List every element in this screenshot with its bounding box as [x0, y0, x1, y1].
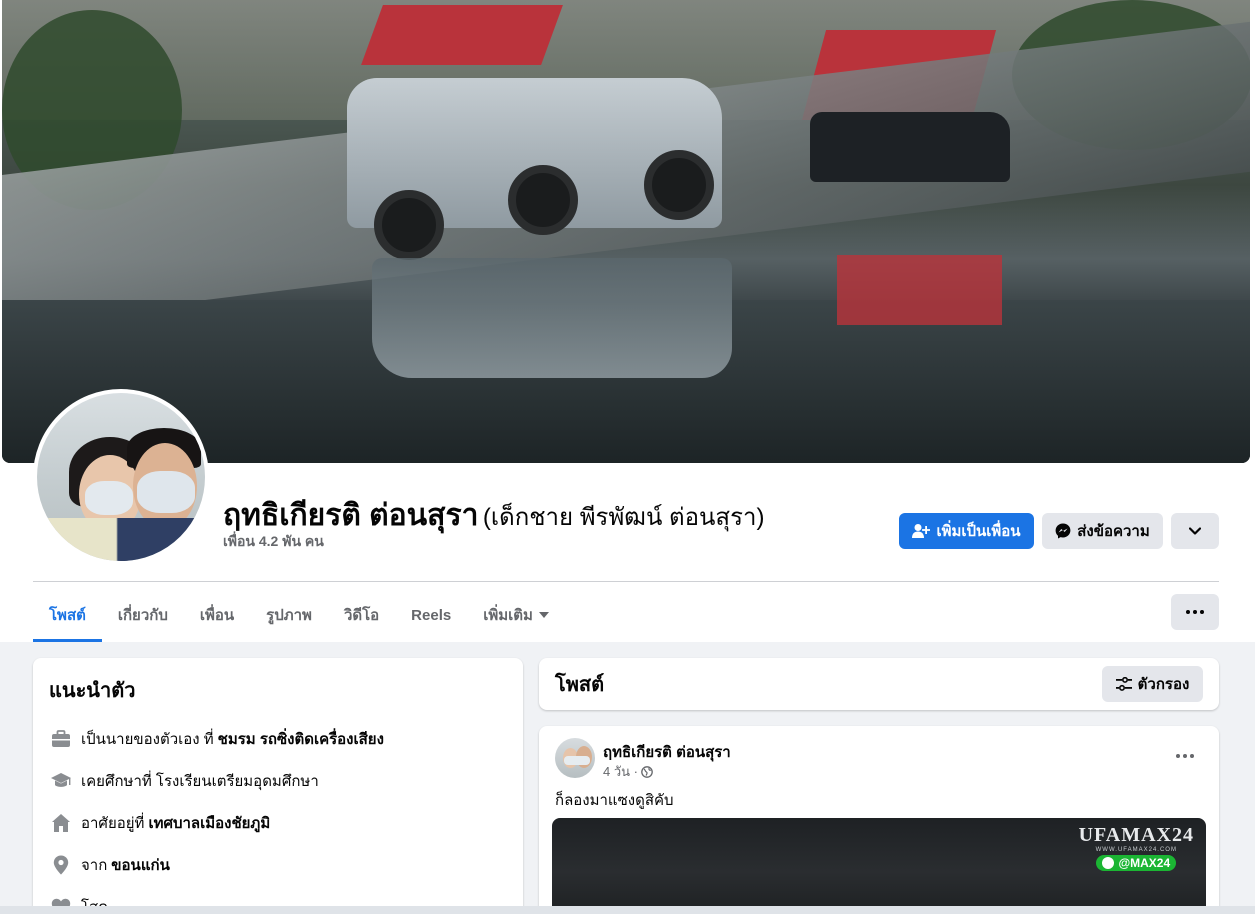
profile-avatar[interactable]: [33, 389, 209, 565]
filter-label: ตัวกรอง: [1137, 676, 1190, 693]
add-friend-button[interactable]: เพิ่มเป็นเพื่อน: [899, 513, 1034, 549]
dot-icon: [1176, 754, 1180, 758]
intro-item-link[interactable]: เทศบาลเมืองชัยภูมิ: [148, 811, 270, 835]
cover-temple-roof: [361, 5, 563, 65]
add-friend-label: เพิ่มเป็นเพื่อน: [936, 523, 1021, 540]
dot-icon: [1200, 610, 1204, 614]
messenger-icon: [1055, 523, 1071, 539]
posts-title: โพสต์: [555, 674, 605, 696]
dot-icon: [1190, 754, 1194, 758]
post-timestamp[interactable]: 4 วัน ·: [603, 761, 638, 782]
intro-item-text: เป็นนายของตัวเอง ที่: [81, 731, 214, 748]
intro-item-text: อาศัยอยู่ที่: [81, 815, 145, 832]
tab-friends[interactable]: เพื่อน: [184, 588, 250, 642]
dot-icon: [1186, 610, 1190, 614]
tab-label: เพื่อน: [199, 607, 235, 624]
watermark-line-badge: @MAX24: [1096, 855, 1177, 871]
intro-item-lives-in: อาศัยอยู่ที่ เทศบาลเมืองชัยภูมิ: [49, 802, 507, 844]
home-icon: [49, 811, 73, 835]
avatar-shirt: [37, 518, 205, 561]
cover-wheel: [508, 165, 578, 235]
tab-videos[interactable]: วิดีโอ: [328, 588, 395, 642]
post-card: ฤทธิเกียรติ ต่อนสุรา 4 วัน · ก็ลองมาแซงด…: [539, 726, 1219, 914]
cover-wheel: [644, 150, 714, 220]
intro-title: แนะนำตัว: [49, 680, 136, 702]
intro-item-link[interactable]: ขอนแก่น: [111, 853, 170, 877]
intro-item-education: เคยศึกษาที่ โรงเรียนเตรียมอุดมศึกษา: [49, 760, 507, 802]
header-divider: [33, 581, 1219, 582]
more-options-button[interactable]: [1171, 513, 1219, 549]
cover-truck-reflection: [372, 258, 732, 378]
line-app-icon: [1102, 857, 1115, 869]
intro-item-work: เป็นนายของตัวเอง ที่ ชมรม รถซิ่งติดเครื่…: [49, 718, 507, 760]
tab-label: Reels: [411, 606, 452, 624]
tab-overflow-button[interactable]: [1171, 594, 1219, 630]
avatar-mask: [85, 481, 133, 515]
cover-roof-reflection: [837, 255, 1002, 325]
watermark-line-id: @MAX24: [1118, 856, 1171, 870]
posts-header-card: โพสต์ ตัวกรอง: [539, 658, 1219, 710]
intro-item-text: จาก: [81, 857, 108, 874]
dot-icon: [1183, 754, 1187, 758]
profile-tabs: โพสต์ เกี่ยวกับ เพื่อน รูปภาพ วิดีโอ Ree…: [33, 588, 565, 642]
globe-icon: [641, 765, 653, 778]
post-text: ก็ลองมาแซงดูสิคับ: [555, 792, 674, 809]
cover-wheel: [374, 190, 444, 260]
tab-label: วิดีโอ: [343, 607, 380, 624]
cover-photo[interactable]: [2, 0, 1250, 463]
watermark-brand: UFAMAX24: [1078, 824, 1194, 846]
tab-label: เพิ่มเติม: [483, 607, 533, 624]
tab-reels[interactable]: Reels: [395, 588, 467, 642]
tab-posts[interactable]: โพสต์: [33, 588, 102, 642]
post-author-avatar[interactable]: [555, 738, 595, 778]
tab-label: โพสต์: [49, 607, 86, 624]
tab-label: รูปภาพ: [266, 607, 312, 624]
add-friend-icon: [912, 524, 931, 538]
intro-card: แนะนำตัว เป็นนายของตัวเอง ที่ ชมรม รถซิ่…: [33, 658, 523, 914]
tab-more[interactable]: เพิ่มเติม: [467, 588, 565, 642]
briefcase-icon: [49, 727, 73, 751]
taskbar: [0, 906, 1255, 914]
caret-down-icon: [538, 612, 549, 618]
profile-alternate-name: (เด็กชาย พีรพัฒน์ ต่อนสุรา): [482, 504, 765, 531]
post-meta: 4 วัน ·: [603, 761, 653, 782]
tab-photos[interactable]: รูปภาพ: [250, 588, 328, 642]
chevron-down-icon: [1189, 527, 1201, 535]
cover-black-truck: [810, 112, 1010, 182]
filter-button[interactable]: ตัวกรอง: [1102, 666, 1203, 702]
friends-count[interactable]: เพื่อน 4.2 พัน คน: [223, 531, 324, 553]
graduation-cap-icon: [49, 769, 73, 793]
post-options-button[interactable]: [1169, 744, 1201, 768]
intro-item-text: เคยศึกษาที่ โรงเรียนเตรียมอุดมศึกษา: [81, 773, 319, 790]
avatar-mask: [564, 756, 590, 765]
message-button[interactable]: ส่งข้อความ: [1042, 513, 1163, 549]
location-pin-icon: [49, 853, 73, 877]
intro-item-from: จาก ขอนแก่น: [49, 844, 507, 886]
dot-icon: [1193, 610, 1197, 614]
filter-icon: [1115, 677, 1132, 691]
avatar-mask: [137, 471, 195, 513]
tab-about[interactable]: เกี่ยวกับ: [102, 588, 184, 642]
profile-name: ฤทธิเกียรติ ต่อนสุรา: [223, 499, 479, 532]
tab-label: เกี่ยวกับ: [117, 607, 168, 624]
post-video[interactable]: UFAMAX24 WWW.UFAMAX24.COM @MAX24: [552, 818, 1206, 914]
intro-item-link[interactable]: ชมรม รถซิ่งติดเครื่องเสียง: [218, 727, 384, 751]
watermark-site: WWW.UFAMAX24.COM: [1095, 847, 1177, 853]
watermark: UFAMAX24 WWW.UFAMAX24.COM @MAX24: [1079, 824, 1194, 874]
message-label: ส่งข้อความ: [1077, 523, 1150, 540]
